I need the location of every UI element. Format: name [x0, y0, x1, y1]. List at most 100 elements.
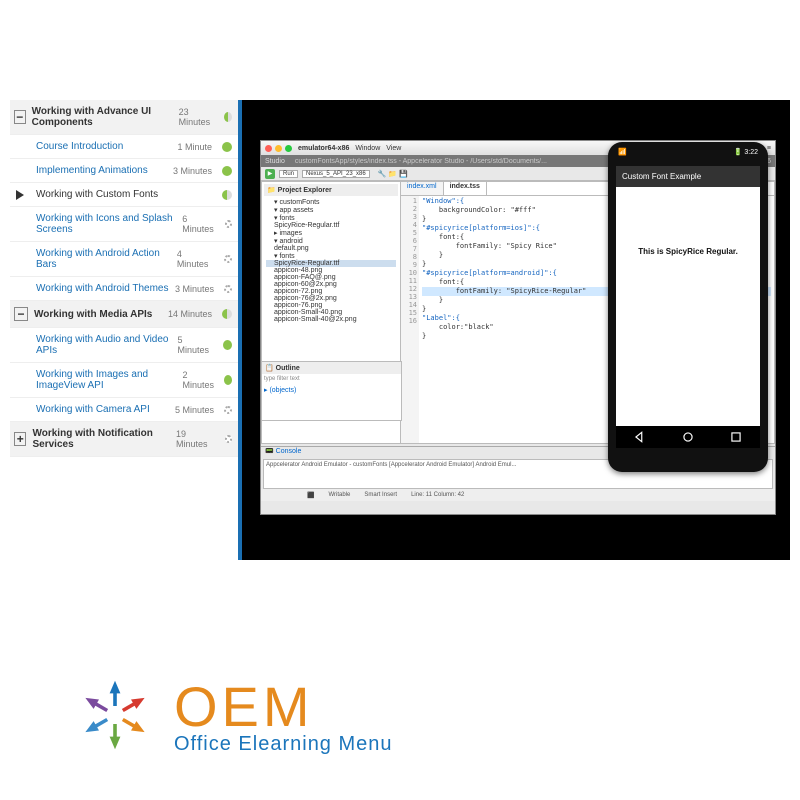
menu-icon[interactable]: ≡ — [767, 145, 771, 152]
lesson-duration: 4 Minutes — [177, 249, 218, 269]
lesson-label: Working with Android Themes — [36, 283, 168, 294]
progress-indicator-icon — [222, 142, 232, 152]
arrows-icon — [70, 670, 160, 760]
video-viewport[interactable]: emulator64-x86 Window View ▦ Mon 3:35 PM… — [238, 100, 790, 560]
filter-input[interactable]: type filter text — [262, 374, 401, 384]
run-mode-select[interactable]: Run — [279, 170, 298, 178]
progress-indicator-icon — [225, 220, 232, 228]
lesson-android-themes[interactable]: Working with Android Themes 3 Minutes — [10, 277, 238, 301]
lesson-course-intro[interactable]: Course Introduction 1 Minute — [10, 135, 238, 159]
section-title: Working with Notification Services — [32, 428, 176, 450]
tree-node[interactable]: appicon-Small-40.png — [266, 309, 396, 316]
lesson-audio-video[interactable]: Working with Audio and Video APIs 5 Minu… — [10, 328, 238, 363]
section-title: Working with Media APIs — [34, 309, 152, 320]
lesson-label: Working with Images and ImageView API — [36, 369, 182, 391]
window-controls[interactable] — [265, 145, 292, 152]
lesson-duration: 5 Minutes — [177, 335, 216, 355]
logo-subtitle: Office Elearning Menu — [174, 733, 393, 756]
course-outline-sidebar: − Working with Advance UI Components 23 … — [10, 100, 238, 560]
status-insert-mode: Smart Insert — [364, 492, 397, 498]
section-media-apis[interactable]: − Working with Media APIs 14 Minutes — [10, 301, 238, 328]
lesson-duration: 1 Minute — [177, 142, 216, 152]
outline-panel[interactable]: 📋 Outline type filter text ▸ (objects) — [261, 361, 402, 421]
lesson-duration: 5 Minutes — [175, 405, 218, 415]
phone-status-bar: 📶🔋 3:22 — [618, 148, 758, 156]
lesson-images-imageview[interactable]: Working with Images and ImageView API 2 … — [10, 363, 238, 398]
lesson-animations[interactable]: Implementing Animations 3 Minutes — [10, 159, 238, 183]
minimize-icon[interactable] — [275, 145, 282, 152]
menu-view[interactable]: View — [386, 145, 401, 152]
progress-indicator-icon — [222, 166, 232, 176]
progress-indicator-icon — [225, 435, 233, 443]
android-emulator[interactable]: 📶🔋 3:22 Custom Font Example This is Spic… — [608, 142, 768, 472]
lesson-camera-api[interactable]: Working with Camera API 5 Minutes — [10, 398, 238, 422]
tree-node[interactable]: appicon-48.png — [266, 267, 396, 274]
tree-node[interactable]: ▾ fonts — [266, 252, 396, 260]
tree-node[interactable]: ▸ images — [266, 229, 396, 237]
line-numbers: 12345678910111213141516 — [401, 196, 419, 443]
maximize-icon[interactable] — [285, 145, 292, 152]
section-duration: 23 Minutes — [179, 107, 218, 127]
android-nav-bar — [616, 426, 760, 448]
logo-text: OEM — [174, 674, 393, 739]
outline-item[interactable]: ▸ (objects) — [262, 384, 401, 396]
lesson-duration: 6 Minutes — [182, 214, 218, 234]
tree-node[interactable]: appicon-60@2x.png — [266, 281, 396, 288]
console-tab[interactable]: Console — [276, 448, 302, 455]
progress-indicator-icon — [222, 190, 232, 200]
recents-icon[interactable] — [729, 430, 743, 444]
close-icon[interactable] — [265, 145, 272, 152]
tab-index-tss[interactable]: index.tss — [444, 182, 487, 195]
lesson-duration: 2 Minutes — [182, 370, 218, 390]
run-target-select[interactable]: Nexus_5_API_23_x86 — [302, 170, 370, 178]
tree-node[interactable]: SpicyRice-Regular.ttf — [266, 222, 396, 229]
tree-node[interactable]: appicon-Small-40@2x.png — [266, 316, 396, 323]
tree-node[interactable]: appicon-72.png — [266, 288, 396, 295]
tree-node[interactable]: ▾ fonts — [266, 214, 396, 222]
lesson-label: Working with Custom Fonts — [36, 189, 158, 200]
section-duration: 14 Minutes — [168, 309, 216, 319]
lesson-label: Working with Audio and Video APIs — [36, 334, 177, 356]
status-writable: Writable — [328, 492, 350, 498]
home-icon[interactable] — [681, 430, 695, 444]
collapse-icon: − — [14, 110, 26, 124]
tree-node[interactable]: appicon-76@2x.png — [266, 295, 396, 302]
progress-indicator-icon — [224, 255, 232, 263]
lesson-label: Working with Icons and Splash Screens — [36, 213, 182, 235]
section-notification-services[interactable]: + Working with Notification Services 19 … — [10, 422, 238, 457]
file-tree[interactable]: ▾ customFonts ▾ app assets ▾ fonts Spicy… — [264, 196, 398, 325]
tree-node[interactable]: ▾ customFonts — [266, 198, 396, 206]
lesson-duration: 3 Minutes — [173, 166, 216, 176]
tree-node[interactable]: appicon-FAQ@.png — [266, 274, 396, 281]
tree-node[interactable]: SpicyRice-Regular.ttf — [266, 260, 396, 267]
expand-icon: + — [14, 432, 26, 446]
tab-index-xml[interactable]: index.xml — [401, 182, 444, 195]
app-body-text: This is SpicyRice Regular. — [616, 187, 760, 316]
progress-indicator-icon — [222, 309, 232, 319]
progress-indicator-icon — [224, 375, 232, 385]
lesson-custom-fonts[interactable]: Working with Custom Fonts — [10, 183, 238, 207]
section-duration: 19 Minutes — [176, 429, 218, 449]
tree-node[interactable]: ▾ android — [266, 237, 396, 245]
tree-node[interactable]: appicon-76.png — [266, 302, 396, 309]
run-button[interactable]: ▶ — [265, 169, 275, 179]
tree-node[interactable]: ▾ app assets — [266, 206, 396, 214]
collapse-icon: − — [14, 307, 28, 321]
phone-screen[interactable]: Custom Font Example This is SpicyRice Re… — [616, 166, 760, 448]
progress-indicator-icon — [224, 406, 232, 414]
ide-title-app: Studio — [265, 158, 285, 165]
lesson-action-bars[interactable]: Working with Android Action Bars 4 Minut… — [10, 242, 238, 277]
back-icon[interactable] — [633, 430, 647, 444]
menu-window[interactable]: Window — [355, 145, 380, 152]
section-advance-ui[interactable]: − Working with Advance UI Components 23 … — [10, 100, 238, 135]
lesson-icons-splash[interactable]: Working with Icons and Splash Screens 6 … — [10, 207, 238, 242]
status-bar: ⬛ Writable Smart Insert Line: 11 Column:… — [261, 489, 775, 501]
lesson-duration: 3 Minutes — [175, 284, 218, 294]
app-bar-title: Custom Font Example — [616, 166, 760, 187]
lesson-label: Implementing Animations — [36, 165, 148, 176]
lesson-label: Working with Android Action Bars — [36, 248, 177, 270]
panel-title: Outline — [276, 365, 300, 372]
app-name: emulator64-x86 — [298, 145, 349, 152]
oem-logo: OEM Office Elearning Menu — [70, 670, 393, 760]
tree-node[interactable]: default.png — [266, 245, 396, 252]
